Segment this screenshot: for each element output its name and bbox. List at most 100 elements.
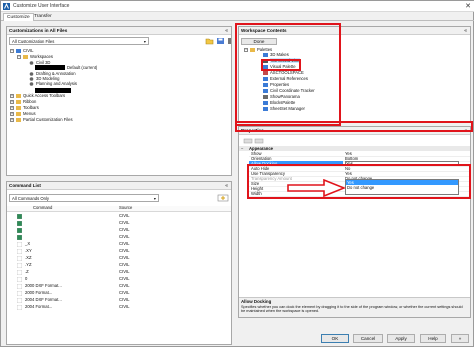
- palette-icon: [263, 71, 268, 75]
- command-name[interactable]: .XY: [25, 248, 32, 254]
- expand-icon[interactable]: −: [17, 55, 21, 59]
- save-icon[interactable]: [216, 37, 225, 45]
- column-source[interactable]: Source: [119, 205, 132, 211]
- partial-files-icon: [16, 118, 21, 122]
- open-file-icon[interactable]: [205, 37, 214, 45]
- redacted-label: [35, 65, 65, 70]
- palette-icon: [263, 53, 268, 57]
- customize-ui-window: Customize User Interface ✕ Customize Tra…: [0, 0, 474, 347]
- customization-filter-select[interactable]: All Customization Files ▾: [9, 37, 149, 45]
- palette-item[interactable]: Visual Palette: [270, 64, 296, 69]
- cancel-button[interactable]: Cancel: [353, 334, 383, 343]
- menus-folder-icon: [16, 112, 21, 116]
- tree-item-workspace[interactable]: Planning and Analysis: [36, 81, 77, 86]
- command-name[interactable]: 2004 DXF Format...: [25, 297, 62, 303]
- command-name[interactable]: 2000 DXF Format...: [25, 283, 62, 289]
- description-text: Specifies whether you can dock the eleme…: [241, 305, 463, 314]
- command-source: CIVIL: [119, 255, 130, 260]
- toolbars-folder-icon: [16, 106, 21, 110]
- tab-transfer[interactable]: Transfer: [31, 13, 55, 21]
- tree-root[interactable]: CIVIL: [23, 48, 33, 53]
- ok-button[interactable]: OK: [321, 334, 349, 343]
- command-name[interactable]: 0: [25, 276, 27, 282]
- customizations-header: Customizations in All Files «: [7, 27, 231, 35]
- command-table-body: CIVIL CIVIL CIVIL CIVIL _X CIVIL .XY CIVIL .XZ CI…: [7, 213, 231, 345]
- command-name[interactable]: .Z: [25, 269, 29, 275]
- command-name[interactable]: .YZ: [25, 262, 32, 268]
- palette-item[interactable]: Civil Coordinate Tracker: [270, 88, 315, 93]
- command-source: CIVIL: [119, 269, 130, 274]
- tree-item[interactable]: Partial Customization Files: [23, 117, 73, 122]
- collapse-icon[interactable]: «: [464, 127, 467, 135]
- alphabetical-icon[interactable]: [254, 138, 264, 144]
- more-icon[interactable]: [227, 37, 232, 45]
- command-icon: [17, 249, 22, 254]
- column-command[interactable]: Command: [33, 205, 52, 211]
- palette-icon: [263, 65, 268, 69]
- palette-item[interactable]: SheetSet Manager: [270, 106, 305, 111]
- collapse-icon[interactable]: «: [464, 27, 467, 35]
- command-name[interactable]: 2004 Format...: [25, 304, 52, 310]
- expand-arrow-button[interactable]: »: [451, 334, 469, 343]
- palette-icon: [263, 107, 268, 111]
- annotation-arrow-icon: [287, 179, 346, 197]
- option-do-not-change[interactable]: Do not change: [346, 185, 458, 190]
- expand-icon[interactable]: +: [10, 100, 14, 104]
- command-source: CIVIL: [119, 248, 130, 253]
- properties-panel: Properties « − Appearance Show Yes Orienta…: [238, 126, 471, 318]
- expand-icon[interactable]: +: [10, 94, 14, 98]
- expand-icon[interactable]: +: [10, 118, 14, 122]
- command-name[interactable]: 2000 Format...: [25, 290, 52, 296]
- tree-workspaces[interactable]: Workspaces: [30, 54, 53, 59]
- categorized-icon[interactable]: [243, 138, 253, 144]
- chevron-down-icon: ▾: [143, 39, 146, 44]
- palette-item[interactable]: ShowPanorama: [270, 94, 300, 99]
- collapse-icon[interactable]: «: [225, 182, 228, 190]
- palette-item[interactable]: BlocksPalette: [270, 100, 295, 105]
- done-button[interactable]: Done: [241, 38, 277, 45]
- workspace-contents-panel: Workspace Contents « Done − Palettes 3D …: [238, 26, 471, 123]
- command-name[interactable]: .XZ: [25, 255, 32, 261]
- tab-customize[interactable]: Customize: [3, 13, 34, 21]
- tree-item[interactable]: Quick Access Toolbars: [23, 93, 65, 98]
- workspace-folder-icon: [23, 55, 28, 59]
- palette-item[interactable]: ASCTOOLSPACE: [270, 70, 304, 75]
- expand-icon[interactable]: +: [10, 112, 14, 116]
- palette-item[interactable]: Properties: [270, 82, 289, 87]
- new-command-icon[interactable]: [217, 194, 229, 202]
- palette-icon: [263, 77, 268, 81]
- expand-icon[interactable]: −: [10, 49, 14, 53]
- description-title: Allow Docking: [241, 299, 272, 304]
- tree-item[interactable]: Ribbon: [23, 99, 36, 104]
- palette-item[interactable]: 3D Makes: [270, 52, 289, 57]
- command-icon: [17, 242, 22, 247]
- command-icon: [17, 228, 22, 233]
- tree-item-workspace[interactable]: Default (current): [67, 65, 97, 70]
- gear-icon: [29, 82, 34, 86]
- palette-item[interactable]: External References: [270, 76, 308, 81]
- palette-icon: [263, 89, 268, 93]
- expand-icon[interactable]: +: [10, 106, 14, 110]
- collapse-icon[interactable]: «: [225, 27, 228, 35]
- command-icon: [17, 270, 22, 275]
- tree-item[interactable]: Menus: [23, 111, 36, 116]
- command-source: CIVIL: [119, 262, 130, 267]
- palette-item[interactable]: Command Line: [270, 58, 301, 63]
- properties-header: Properties «: [239, 127, 470, 135]
- command-list-title: Command List: [9, 183, 41, 188]
- command-icon: [17, 256, 22, 261]
- palette-list: 3D Makes Command Line Visual Palette ASCTOO…: [239, 52, 470, 122]
- command-source: CIVIL: [119, 297, 130, 302]
- close-icon[interactable]: ✕: [465, 2, 471, 10]
- command-list-panel: Command List « All Commands Only ▾ Comma…: [6, 181, 232, 345]
- help-button[interactable]: Help: [420, 334, 446, 343]
- apply-button[interactable]: Apply: [387, 334, 415, 343]
- command-source: CIVIL: [119, 276, 130, 281]
- palette-icon: [263, 83, 268, 87]
- properties-title: Properties: [241, 128, 264, 133]
- toolbar-folder-icon: [16, 94, 21, 98]
- palette-icon: [263, 101, 268, 105]
- command-name[interactable]: _X: [25, 241, 30, 247]
- command-filter-select[interactable]: All Commands Only ▾: [9, 194, 159, 202]
- tree-item[interactable]: Toolbars: [23, 105, 39, 110]
